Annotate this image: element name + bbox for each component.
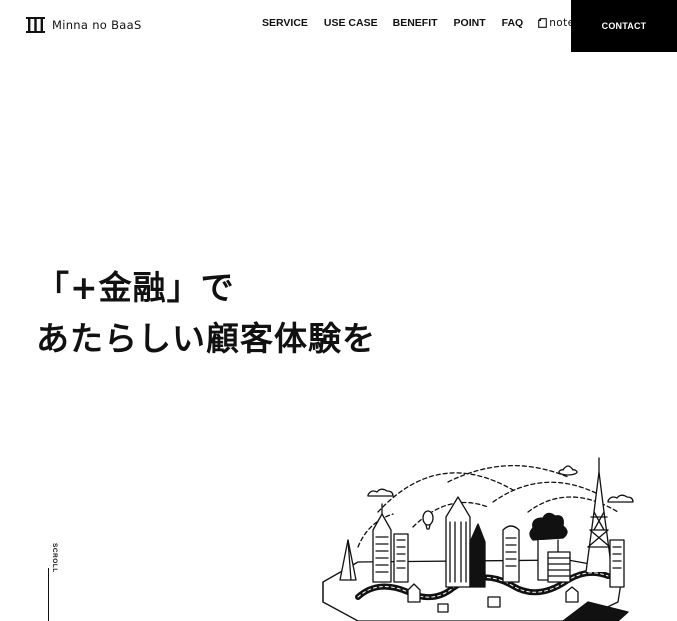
nav-point[interactable]: POINT (454, 17, 486, 29)
nav-benefit[interactable]: BENEFIT (393, 17, 438, 29)
page: Minna no BaaS SERVICE USE CASE BENEFIT P… (0, 0, 677, 621)
logo[interactable]: Minna no BaaS (26, 15, 142, 35)
logo-icon (26, 17, 45, 33)
hero-heading-line-2: あたらしい顧客体験を (36, 319, 376, 358)
city-illustration (322, 457, 634, 621)
scroll-label: SCROLL (51, 543, 58, 573)
nav-use-case[interactable]: USE CASE (324, 17, 378, 29)
logo-text: Minna no BaaS (52, 18, 142, 32)
scroll-indicator[interactable]: SCROLL (47, 540, 67, 621)
site-header: Minna no BaaS SERVICE USE CASE BENEFIT P… (0, 0, 677, 52)
scroll-line (48, 568, 49, 621)
nav-faq[interactable]: FAQ (502, 17, 524, 29)
nav-service[interactable]: SERVICE (262, 17, 308, 29)
main-nav: SERVICE USE CASE BENEFIT POINT FAQ note (262, 17, 574, 29)
note-icon (538, 18, 548, 28)
nav-note-link[interactable]: note (538, 17, 574, 29)
contact-button[interactable]: CONTACT (571, 0, 677, 52)
hero-heading-line-1: 「+金融」で (36, 268, 235, 307)
hero-heading: 「+金融」で あたらしい顧客体験を (36, 262, 376, 364)
